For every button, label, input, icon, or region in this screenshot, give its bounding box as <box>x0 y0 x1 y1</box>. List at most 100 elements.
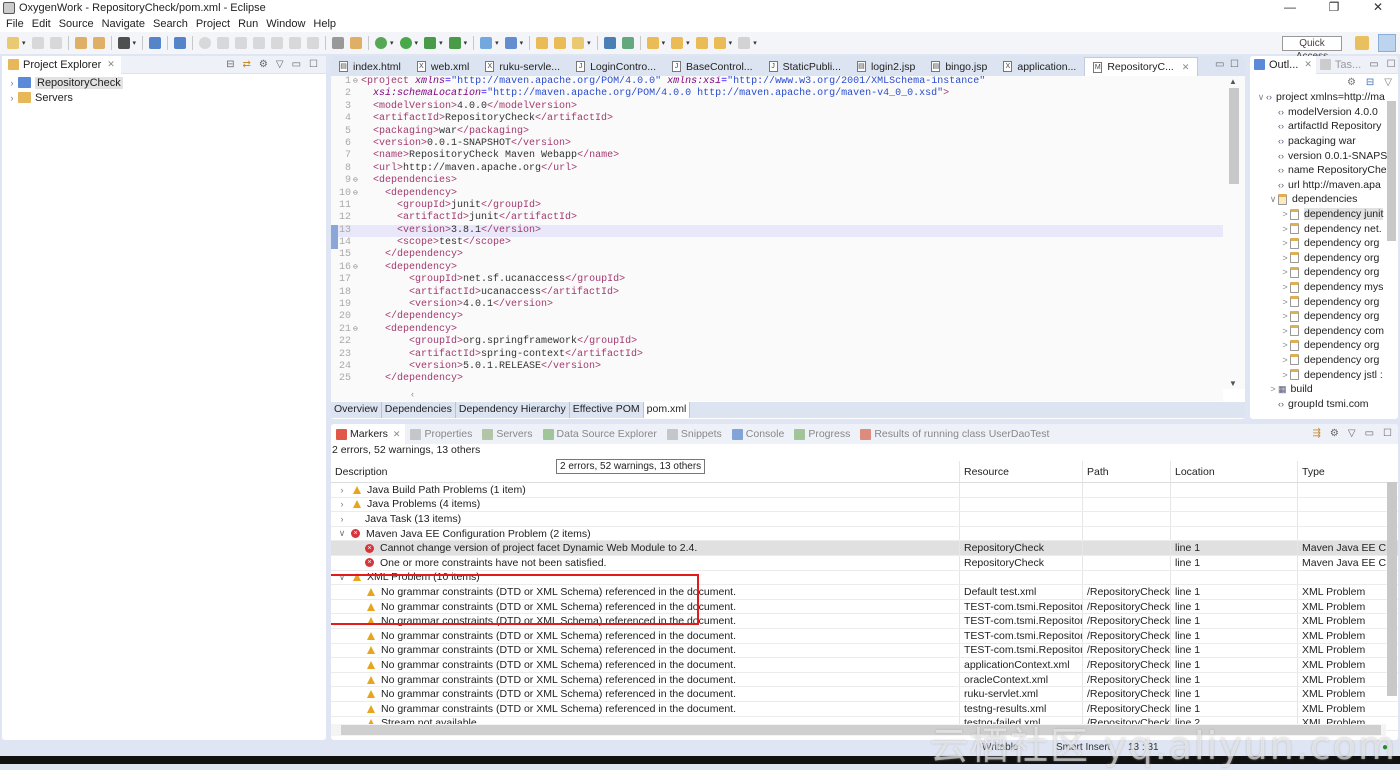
editor-tab-login2-jsp[interactable]: ▤ login2.jsp <box>849 57 923 76</box>
suspend-icon[interactable] <box>217 37 230 49</box>
outline-item[interactable]: > dependency mys <box>1250 280 1398 295</box>
profile-icon[interactable] <box>448 37 461 49</box>
scroll-thumb[interactable] <box>1387 482 1397 696</box>
prev-annotation-icon[interactable] <box>671 37 684 49</box>
editor-view-controls[interactable]: ▭ ☐ <box>1215 59 1239 70</box>
editor-vertical-scrollbar[interactable]: ▲ ▼ <box>1223 76 1245 389</box>
outline-item[interactable]: > dependency org <box>1250 251 1398 266</box>
column-header-location[interactable]: Location <box>1171 461 1298 482</box>
run-server-icon[interactable] <box>424 37 437 49</box>
view-tab-console[interactable]: Console <box>727 424 790 444</box>
minimize-view-icon[interactable]: ▭ <box>1369 59 1378 70</box>
expand-chevron-icon[interactable]: › <box>6 78 18 88</box>
code-line[interactable]: 18 <artifactId>ucanaccess</artifactId> <box>331 287 1223 299</box>
outline-item[interactable]: ‹› artifactId Repository <box>1250 119 1398 134</box>
code-line[interactable]: 8 <url>http://maven.apache.org</url> <box>331 163 1223 175</box>
fold-toggle-icon[interactable]: ⊖ <box>353 188 361 200</box>
step-over-icon[interactable] <box>271 37 284 49</box>
code-line[interactable]: 3 <modelVersion>4.0.0</modelVersion> <box>331 101 1223 113</box>
fold-toggle-icon[interactable]: ⊖ <box>353 175 361 187</box>
dropdown-arrow-icon[interactable]: ▾ <box>22 39 26 47</box>
outline-item[interactable]: > dependency org <box>1250 353 1398 368</box>
expand-chevron-icon[interactable]: > <box>1280 297 1290 307</box>
column-header-path[interactable]: Path <box>1083 461 1171 482</box>
code-line[interactable]: 12 <artifactId>junit</artifactId> <box>331 212 1223 224</box>
menu-run[interactable]: Run <box>234 18 262 30</box>
open-type-icon[interactable] <box>74 37 87 49</box>
column-header-resource[interactable]: Resource <box>960 461 1083 482</box>
editor-tab-index-html[interactable]: ▤ index.html <box>331 57 409 76</box>
pom-tab-dependencies[interactable]: Dependencies <box>382 402 456 418</box>
editor-tab-web-xml[interactable]: Xweb.xml <box>409 57 478 76</box>
menu-search[interactable]: Search <box>149 18 192 30</box>
fold-toggle-icon[interactable]: ⊖ <box>353 262 361 274</box>
code-line[interactable]: 13 <version>3.8.1</version> <box>331 224 1223 238</box>
scroll-up-icon[interactable]: ▲ <box>1229 77 1237 86</box>
tree-item-repositorycheck[interactable]: › RepositoryCheck <box>2 75 326 90</box>
outline-item[interactable]: > dependency junit <box>1250 207 1398 222</box>
code-line[interactable]: 1 ⊖ <project xmlns="http://maven.apache.or… <box>331 76 1223 88</box>
collapse-all-icon[interactable]: ⊟ <box>1366 77 1374 88</box>
close-view-icon[interactable]: ✕ <box>1304 59 1312 70</box>
drop-to-frame-icon[interactable] <box>307 37 320 49</box>
pom-tab-pom-xml[interactable]: pom.xml <box>643 402 691 418</box>
marker-row[interactable]: No grammar constraints (DTD or XML Schem… <box>331 628 1398 644</box>
resume-icon[interactable] <box>199 37 212 49</box>
dropdown-arrow-icon[interactable]: ▾ <box>753 39 757 47</box>
run-last-icon[interactable] <box>117 37 130 49</box>
marker-row[interactable]: No grammar constraints (DTD or XML Schem… <box>331 701 1398 717</box>
debug-icon[interactable] <box>375 37 388 49</box>
pom-tab-dependency-hierarchy[interactable]: Dependency Hierarchy <box>456 402 570 418</box>
outline-item[interactable]: ∨ ‹› project xmlns=http://ma <box>1250 90 1398 105</box>
open-package-icon[interactable] <box>554 37 567 49</box>
close-button[interactable]: ✕ <box>1356 0 1400 16</box>
marker-row[interactable]: × Cannot change version of project facet … <box>331 541 1398 556</box>
editor-tab-repositoryc[interactable]: M RepositoryC... ✕ <box>1084 57 1199 76</box>
search-icon[interactable] <box>572 37 585 49</box>
new-icon[interactable] <box>7 37 19 49</box>
dropdown-arrow-icon[interactable]: ▾ <box>587 39 591 47</box>
tree-item-servers[interactable]: › Servers <box>2 90 326 105</box>
expand-chevron-icon[interactable]: > <box>1280 326 1290 336</box>
editor-tab-staticpubli[interactable]: J StaticPubli... <box>761 57 849 76</box>
marker-group-row[interactable]: ∨ × Maven Java EE Configuration Problem (2… <box>331 526 1398 542</box>
dropdown-arrow-icon[interactable]: ▾ <box>415 39 419 47</box>
outline-item[interactable]: > dependency net. <box>1250 221 1398 236</box>
view-tab-markers[interactable]: Markers ✕ <box>331 424 406 444</box>
view-menu-icon[interactable]: ▽ <box>1348 428 1356 439</box>
code-line[interactable]: 11 <groupId>junit</groupId> <box>331 200 1223 212</box>
code-line[interactable]: 5 <packaging>war</packaging> <box>331 126 1223 138</box>
view-menu-icon[interactable]: ▽ <box>276 59 284 70</box>
marker-row[interactable]: No grammar constraints (DTD or XML Schem… <box>331 643 1398 659</box>
view-menu-icon[interactable]: ▽ <box>1384 77 1392 88</box>
close-tab-icon[interactable]: ✕ <box>1182 62 1190 73</box>
view-tab-progress[interactable]: Progress <box>789 424 855 444</box>
expand-chevron-icon[interactable]: > <box>1280 340 1290 350</box>
markers-horizontal-scrollbar[interactable] <box>331 724 1386 736</box>
marker-row[interactable]: No grammar constraints (DTD or XML Schem… <box>331 658 1398 673</box>
filter-icon[interactable]: ⚙ <box>259 59 268 70</box>
close-view-icon[interactable]: ✕ <box>107 59 115 70</box>
outline-item[interactable]: > dependency jstl : <box>1250 367 1398 382</box>
expand-chevron-icon[interactable]: > <box>1280 267 1290 277</box>
save-icon[interactable] <box>31 37 44 49</box>
outline-item[interactable]: > ▦ build <box>1250 382 1398 397</box>
update-notification-icon[interactable]: ● <box>1382 742 1388 753</box>
expand-chevron-icon[interactable]: > <box>1268 384 1278 394</box>
open-perspective-icon[interactable] <box>1355 36 1369 50</box>
run-icon[interactable] <box>399 37 412 49</box>
fold-toggle-icon[interactable]: ⊖ <box>353 76 361 88</box>
editor-horizontal-scrollbar[interactable]: ‹ <box>331 389 1223 401</box>
editor-tab-basecontrol[interactable]: J BaseControl... <box>664 57 761 76</box>
close-view-icon[interactable]: ✕ <box>393 429 401 440</box>
menu-edit[interactable]: Edit <box>28 18 55 30</box>
dropdown-arrow-icon[interactable]: ▾ <box>133 39 137 47</box>
new-web-icon[interactable] <box>504 37 517 49</box>
code-line[interactable]: 25 </dependency> <box>331 373 1223 385</box>
skip-breakpoints-icon[interactable] <box>174 37 187 49</box>
xml-source-editor[interactable]: 1 ⊖ <project xmlns="http://maven.apache.or… <box>331 76 1223 389</box>
code-line[interactable]: 4 <artifactId>RepositoryCheck</artifactI… <box>331 113 1223 125</box>
scroll-thumb[interactable] <box>1229 88 1239 184</box>
menu-navigate[interactable]: Navigate <box>98 18 149 30</box>
marker-group-row[interactable]: › Java Problems (4 items) <box>331 497 1398 513</box>
